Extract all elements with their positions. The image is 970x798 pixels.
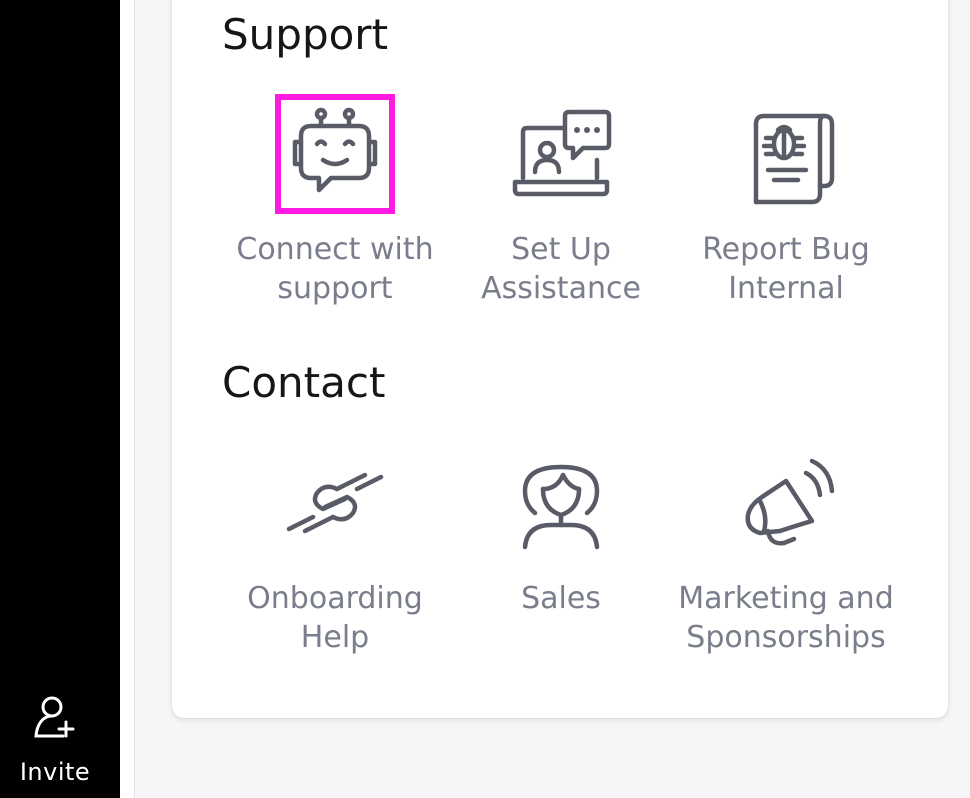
tile-label: Set Up Assistance [481, 232, 641, 306]
onboarding-help-tile[interactable]: Onboarding Help [222, 443, 448, 657]
tile-label: Marketing and Sponsorships [678, 581, 894, 655]
tile-label: Report Bug Internal [702, 232, 870, 306]
video-call-icon [501, 94, 621, 214]
person-icon [501, 443, 621, 563]
set-up-assistance-tile[interactable]: Set Up Assistance [448, 94, 674, 308]
tile-label: Onboarding Help [247, 581, 423, 655]
sidebar-divider [120, 0, 135, 798]
sales-tile[interactable]: Sales [448, 443, 674, 618]
add-user-icon [34, 696, 75, 738]
support-title: Support [222, 10, 389, 59]
bug-report-icon [726, 94, 846, 214]
marketing-and-sponsorships-tile[interactable]: Marketing and Sponsorships [673, 443, 899, 657]
tile-label: Connect with support [236, 232, 434, 306]
megaphone-icon [726, 443, 846, 563]
contact-title: Contact [222, 358, 386, 407]
connect-with-support-tile[interactable]: Connect with support [222, 94, 448, 308]
handshake-icon [275, 443, 395, 563]
sidebar: Invite [0, 0, 120, 798]
robot-chat-icon [275, 94, 395, 214]
report-bug-internal-tile[interactable]: Report Bug Internal [673, 94, 899, 308]
tile-label: Sales [521, 581, 601, 616]
invite-button[interactable]: Invite [0, 690, 110, 798]
invite-label: Invite [19, 758, 91, 786]
